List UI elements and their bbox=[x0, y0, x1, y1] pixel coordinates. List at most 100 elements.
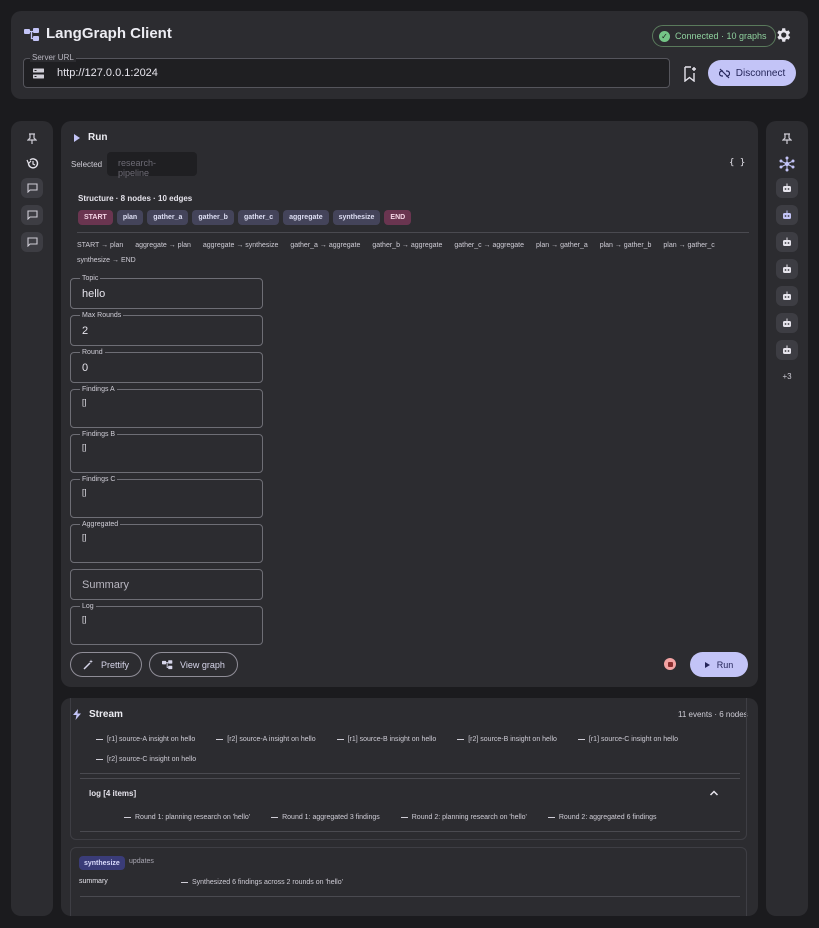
connection-status-text: Connected · 10 graphs bbox=[675, 31, 767, 41]
header-card: LangGraph Client ✓ Connected · 10 graphs… bbox=[11, 11, 808, 99]
summary-list: Synthesized 6 findings across 2 rounds o… bbox=[181, 879, 362, 886]
findings-c-field[interactable]: Findings C [] bbox=[70, 475, 263, 518]
findings-b-value: [] bbox=[82, 443, 87, 452]
assistant-robot-icon[interactable] bbox=[776, 340, 798, 360]
divider bbox=[77, 232, 749, 233]
node-chip: gather_a bbox=[147, 210, 189, 225]
run-panel-title: Run bbox=[88, 132, 108, 143]
history-icon[interactable] bbox=[21, 153, 43, 173]
edge-item: plan → gather_a bbox=[535, 242, 588, 249]
assistant-robot-icon[interactable] bbox=[776, 313, 798, 333]
event-type-label: updates bbox=[129, 858, 154, 865]
view-graph-button[interactable]: View graph bbox=[149, 652, 238, 677]
divider bbox=[80, 896, 740, 897]
divider bbox=[80, 831, 740, 832]
max-rounds-value: 2 bbox=[82, 325, 89, 337]
selected-graph-input[interactable]: research-pipeline bbox=[107, 152, 197, 178]
selected-graph-label: Selected bbox=[71, 160, 103, 169]
link-off-icon bbox=[718, 68, 730, 78]
thread-chat-icon[interactable] bbox=[21, 178, 43, 198]
stream-panel: Stream 11 events · 6 nodes [r1] source-A… bbox=[61, 698, 758, 916]
list-item: Synthesized 6 findings across 2 rounds o… bbox=[181, 879, 343, 886]
topic-label: Topic bbox=[80, 274, 101, 283]
graph-logo-icon bbox=[24, 28, 39, 41]
round-value: 0 bbox=[82, 362, 89, 374]
assistant-robot-icon[interactable] bbox=[776, 286, 798, 306]
round-label: Round bbox=[80, 348, 105, 357]
topic-field[interactable]: Topic hello bbox=[70, 274, 263, 309]
node-chip: END bbox=[384, 210, 412, 225]
findings-a-label: Findings A bbox=[80, 385, 117, 394]
play-icon bbox=[74, 133, 80, 142]
max-rounds-field[interactable]: Max Rounds 2 bbox=[70, 311, 263, 346]
max-rounds-label: Max Rounds bbox=[80, 311, 124, 320]
round-field[interactable]: Round 0 bbox=[70, 348, 263, 383]
left-sidebar bbox=[11, 121, 53, 916]
edge-item: synthesize → END bbox=[77, 257, 136, 264]
findings-list: [r1] source-A insight on hello [r2] sour… bbox=[96, 736, 697, 743]
assistant-robot-icon[interactable] bbox=[776, 178, 798, 198]
pin-icon[interactable] bbox=[21, 129, 43, 149]
check-circle-icon: ✓ bbox=[659, 30, 670, 42]
pin-icon[interactable] bbox=[776, 129, 798, 149]
log-field[interactable]: Log [] bbox=[70, 602, 263, 645]
view-graph-label: View graph bbox=[180, 659, 225, 670]
summary-field[interactable]: Summary bbox=[70, 569, 263, 600]
log-label: Log bbox=[80, 602, 96, 611]
node-chip: plan bbox=[116, 210, 144, 225]
thread-chat-icon[interactable] bbox=[21, 205, 43, 225]
edge-item: aggregate → plan bbox=[135, 242, 191, 249]
log-section-header[interactable]: log [4 items] bbox=[89, 789, 136, 798]
node-chip: gather_b bbox=[192, 210, 234, 225]
node-chip-list: START plan gather_a gather_b gather_c ag… bbox=[78, 210, 412, 225]
disconnect-button[interactable]: Disconnect bbox=[708, 60, 796, 86]
bookmark-add-icon[interactable] bbox=[683, 66, 697, 82]
node-tag-synthesize: synthesize bbox=[79, 856, 125, 870]
thread-chat-icon[interactable] bbox=[21, 232, 43, 252]
run-button[interactable]: Run bbox=[690, 652, 748, 677]
graph-icon bbox=[162, 659, 173, 669]
log-value: [] bbox=[82, 615, 87, 624]
edge-item: START → plan bbox=[77, 242, 124, 249]
more-assistants-count[interactable]: +3 bbox=[766, 372, 808, 381]
list-item: [r1] source-B insight on hello bbox=[336, 736, 436, 743]
assistant-robot-icon[interactable] bbox=[776, 232, 798, 252]
run-panel-header[interactable]: Run bbox=[74, 132, 107, 143]
list-item: Round 1: planning research on 'hello' bbox=[124, 814, 250, 821]
findings-a-field[interactable]: Findings A [] bbox=[70, 385, 263, 428]
list-item: [r2] source-B insight on hello bbox=[457, 736, 557, 743]
summary-key: summary bbox=[79, 878, 108, 885]
assistant-robot-icon[interactable] bbox=[776, 259, 798, 279]
findings-c-label: Findings C bbox=[80, 475, 118, 484]
findings-a-value: [] bbox=[82, 398, 87, 407]
server-url-label: Server URL bbox=[30, 53, 76, 62]
app-title: LangGraph Client bbox=[46, 25, 172, 42]
prettify-label: Prettify bbox=[101, 659, 130, 670]
run-button-label: Run bbox=[716, 659, 734, 670]
edge-item: aggregate → synthesize bbox=[202, 242, 279, 249]
json-braces-icon[interactable]: { } bbox=[729, 158, 745, 168]
list-item: [r2] source-A insight on hello bbox=[216, 736, 316, 743]
right-sidebar: +3 bbox=[766, 121, 808, 916]
chevron-up-icon[interactable] bbox=[709, 788, 719, 798]
magic-wand-icon bbox=[83, 659, 93, 670]
log-list: Round 1: planning research on 'hello' Ro… bbox=[124, 814, 676, 821]
aggregated-field[interactable]: Aggregated [] bbox=[70, 520, 263, 563]
edge-item: gather_b → aggregate bbox=[372, 242, 443, 249]
findings-b-field[interactable]: Findings B [] bbox=[70, 430, 263, 473]
assistant-robot-icon[interactable] bbox=[776, 205, 798, 225]
play-icon bbox=[704, 661, 710, 668]
node-chip: START bbox=[78, 210, 113, 225]
prettify-button[interactable]: Prettify bbox=[70, 652, 143, 677]
node-chip: gather_c bbox=[237, 210, 280, 225]
graph-network-icon[interactable] bbox=[776, 154, 798, 174]
server-url-value: http://127.0.0.1:2024 bbox=[57, 67, 158, 79]
gear-icon[interactable] bbox=[774, 26, 792, 44]
disconnect-label: Disconnect bbox=[735, 67, 786, 79]
divider bbox=[80, 773, 740, 774]
stop-icon[interactable] bbox=[664, 658, 676, 670]
node-chip: synthesize bbox=[332, 210, 381, 225]
list-item: Round 2: aggregated 6 findings bbox=[547, 814, 657, 821]
findings-list-continued: [r2] source-C insight on hello bbox=[96, 756, 215, 763]
server-url-field[interactable]: http://127.0.0.1:2024 bbox=[23, 58, 670, 88]
